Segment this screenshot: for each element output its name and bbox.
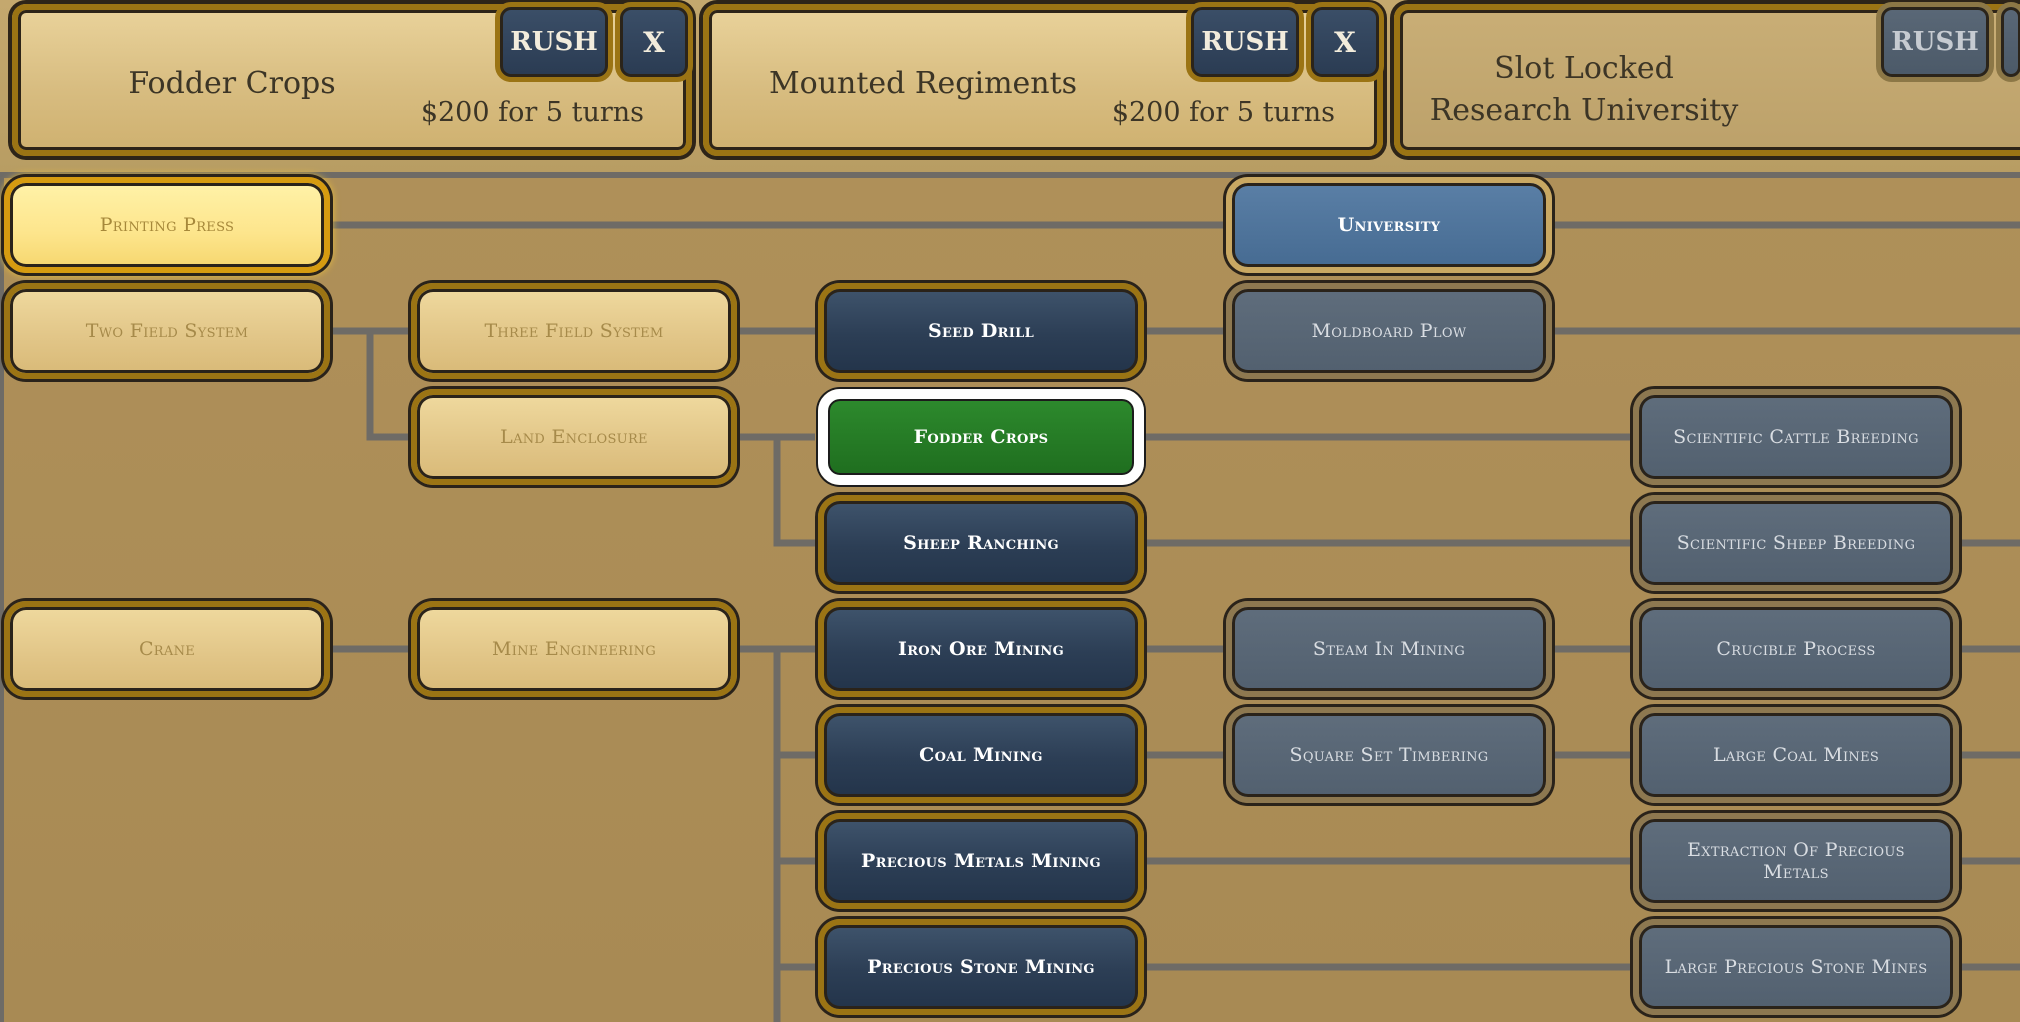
tech-node-crucible-process[interactable]: Crucible Process: [1633, 601, 1959, 697]
tech-node-square-set-timbering[interactable]: Square Set Timbering: [1226, 707, 1552, 803]
queue-slot-title: Fodder Crops: [128, 66, 336, 101]
tech-node-label: Scientific Sheep Breeding: [1676, 532, 1916, 554]
tech-node-label: Land Enclosure: [500, 426, 648, 448]
tech-node-three-field-system[interactable]: Three Field System: [411, 283, 737, 379]
tech-node-university[interactable]: University: [1226, 177, 1552, 273]
slot-locked-requirement: Research University: [1429, 93, 1739, 128]
tech-node-label: Printing Press: [99, 214, 235, 236]
tech-node-precious-stone-mining[interactable]: Precious Stone Mining: [818, 919, 1144, 1015]
tech-node-label: Coal Mining: [919, 744, 1043, 766]
tech-node-large-coal-mines[interactable]: Large Coal Mines: [1633, 707, 1959, 803]
rush-button[interactable]: RUSH: [495, 2, 613, 82]
tech-node-label: Moldboard Plow: [1311, 320, 1467, 342]
tech-node-label: Sheep Ranching: [903, 532, 1059, 554]
tech-node-land-enclosure[interactable]: Land Enclosure: [411, 389, 737, 485]
queue-slot-cost: $200 for 5 turns: [420, 97, 644, 128]
tech-node-label: Precious Metals Mining: [861, 850, 1101, 872]
queue-slot-title: Mounted Regiments: [768, 66, 1078, 101]
tech-node-mine-engineering[interactable]: Mine Engineering: [411, 601, 737, 697]
tech-node-moldboard-plow[interactable]: Moldboard Plow: [1226, 283, 1552, 379]
rush-button-disabled: RUSH: [1876, 2, 1994, 82]
tech-node-label: University: [1337, 214, 1441, 236]
queue-slot-cost: $200 for 5 turns: [1111, 97, 1335, 128]
remove-from-queue-button[interactable]: X: [1306, 2, 1384, 82]
tech-node-label: Three Field System: [484, 320, 664, 342]
tech-node-label: Crucible Process: [1716, 638, 1876, 660]
tech-node-large-precious-stone-mines[interactable]: Large Precious Stone Mines: [1633, 919, 1959, 1015]
slot-locked-label: Slot Locked: [1494, 51, 1674, 86]
tech-node-printing-press[interactable]: Printing Press: [4, 177, 330, 273]
tech-node-label: Iron Ore Mining: [898, 638, 1064, 660]
tech-node-label: Steam In Mining: [1312, 638, 1466, 660]
tech-node-sheep-ranching[interactable]: Sheep Ranching: [818, 495, 1144, 591]
tech-node-scientific-cattle-breeding[interactable]: Scientific Cattle Breeding: [1633, 389, 1959, 485]
tech-node-label: Seed Drill: [927, 320, 1035, 342]
remove-from-queue-button[interactable]: X: [615, 2, 693, 82]
tech-node-coal-mining[interactable]: Coal Mining: [818, 707, 1144, 803]
tech-node-label: Extraction Of Precious Metals: [1687, 839, 1905, 883]
tech-node-seed-drill[interactable]: Seed Drill: [818, 283, 1144, 379]
tech-node-fodder-crops[interactable]: Fodder Crops: [818, 389, 1144, 485]
rush-button[interactable]: RUSH: [1186, 2, 1304, 82]
slot-locked-message: Slot Locked Research University: [1400, 48, 1768, 132]
tech-node-steam-in-mining[interactable]: Steam In Mining: [1226, 601, 1552, 697]
tech-node-two-field-system[interactable]: Two Field System: [4, 283, 330, 379]
tech-node-crane[interactable]: Crane: [4, 601, 330, 697]
tech-node-label: Two Field System: [85, 320, 249, 342]
tech-node-label: Mine Engineering: [491, 638, 657, 660]
tech-node-label: Large Precious Stone Mines: [1664, 956, 1928, 978]
tech-node-extraction-of-precious-metals[interactable]: Extraction Of Precious Metals: [1633, 813, 1959, 909]
tech-node-label: Large Coal Mines: [1712, 744, 1880, 766]
tech-node-label: Crane: [138, 638, 196, 660]
tech-node-label: Scientific Cattle Breeding: [1673, 426, 1919, 448]
tech-node-label: Square Set Timbering: [1289, 744, 1489, 766]
tech-node-scientific-sheep-breeding[interactable]: Scientific Sheep Breeding: [1633, 495, 1959, 591]
tech-node-iron-ore-mining[interactable]: Iron Ore Mining: [818, 601, 1144, 697]
tech-node-precious-metals-mining[interactable]: Precious Metals Mining: [818, 813, 1144, 909]
remove-from-queue-button-disabled: [1996, 2, 2020, 82]
tech-node-label: Fodder Crops: [913, 426, 1049, 448]
tech-node-label: Precious Stone Mining: [867, 956, 1095, 978]
